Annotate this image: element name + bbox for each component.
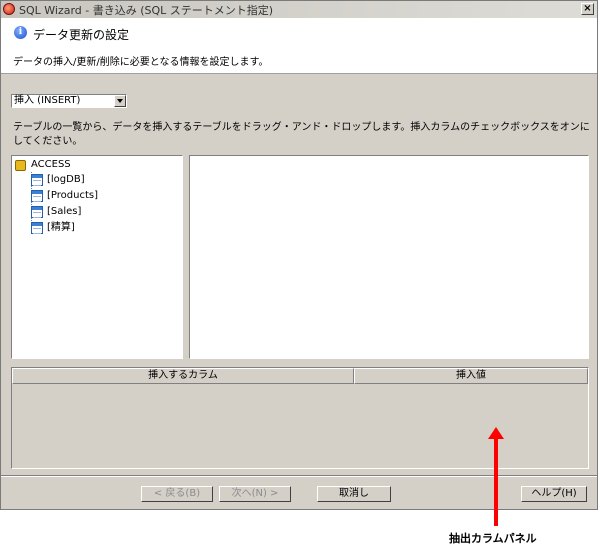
table-icon [31, 190, 43, 202]
annotation-label: 抽出カラムパネル [449, 532, 537, 545]
tree-root-label: ACCESS [31, 159, 71, 170]
tree-item-label: [Sales] [47, 206, 82, 217]
window-title: SQL Wizard - 書き込み (SQL ステートメント指定) [19, 4, 274, 17]
tree-item-label: [精算] [47, 222, 75, 233]
chevron-down-icon[interactable] [114, 95, 126, 107]
next-button[interactable]: 次へ(N) > [219, 486, 291, 502]
cancel-button[interactable]: 取消し [317, 486, 391, 502]
operation-select[interactable]: 挿入 (INSERT) [11, 94, 127, 108]
help-button[interactable]: ヘルプ(H) [521, 486, 587, 502]
info-icon: i [14, 26, 27, 39]
app-icon [3, 3, 15, 15]
table-tree-panel[interactable]: ACCESS [logDB] [Products] [Sales] [精算] [11, 155, 183, 359]
column-header-insert-column[interactable]: 挿入するカラム [12, 368, 354, 384]
table-icon [31, 174, 43, 186]
wizard-header: i データ更新の設定 データの挿入/更新/削除に必要となる情報を設定します。 [1, 18, 597, 74]
tree-item-label: [logDB] [47, 174, 85, 185]
database-icon [15, 160, 26, 171]
footer-divider [1, 475, 597, 477]
back-button[interactable]: < 戻る(B) [141, 486, 213, 502]
table-icon [31, 222, 43, 234]
sql-wizard-window: SQL Wizard - 書き込み (SQL ステートメント指定) × i デー… [0, 0, 598, 510]
page-description: データの挿入/更新/削除に必要となる情報を設定します。 [13, 57, 269, 68]
table-drop-area[interactable] [189, 155, 589, 359]
insert-column-panel[interactable]: 挿入するカラム 挿入値 [11, 367, 589, 469]
instruction-text: テーブルの一覧から、データを挿入するテーブルをドラッグ・アンド・ドロップします。… [13, 122, 590, 147]
tree-item-label: [Products] [47, 190, 98, 201]
page-title: データ更新の設定 [33, 28, 130, 42]
title-bar[interactable]: SQL Wizard - 書き込み (SQL ステートメント指定) × [1, 1, 597, 18]
close-button[interactable]: × [581, 3, 594, 15]
operation-select-value: 挿入 (INSERT) [14, 95, 81, 106]
table-icon [31, 206, 43, 218]
column-header-insert-value[interactable]: 挿入値 [354, 368, 588, 384]
annotation-arrow [494, 436, 498, 526]
